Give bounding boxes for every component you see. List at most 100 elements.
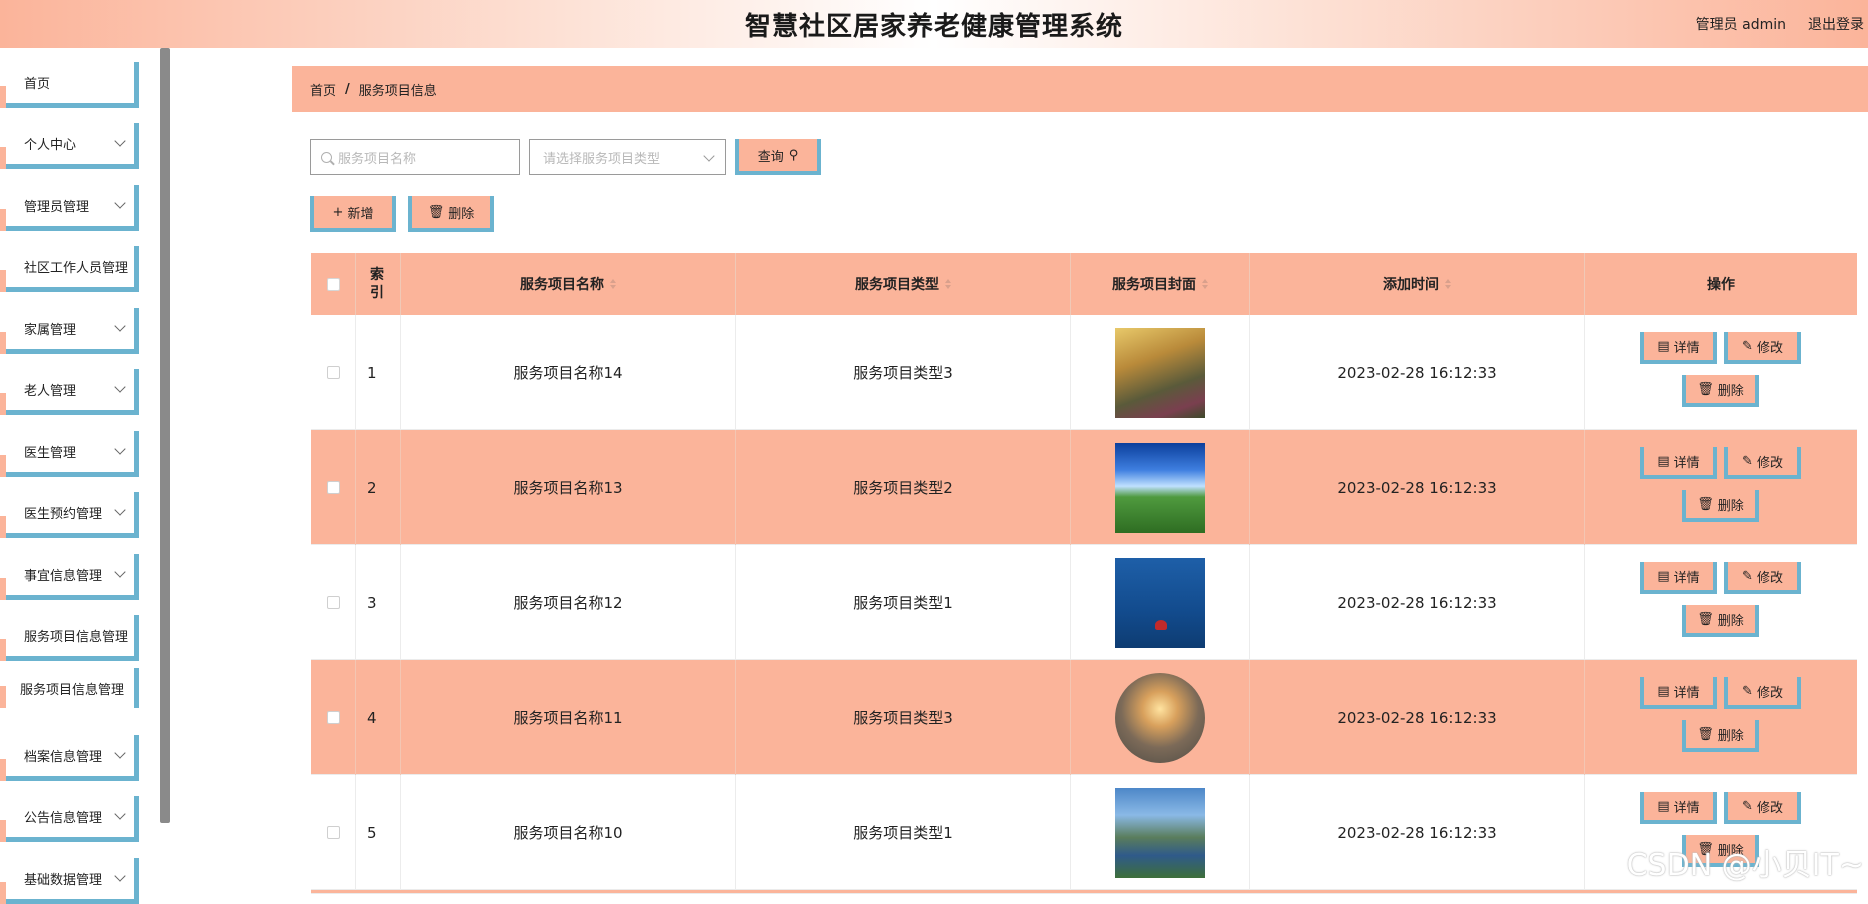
select-all-checkbox[interactable] [327, 278, 340, 291]
app-title: 智慧社区居家养老健康管理系统 [745, 6, 1123, 43]
sidebar-item-affairs-management[interactable]: 事宜信息管理 [0, 554, 140, 600]
sidebar-item-box[interactable]: 医生管理 [6, 431, 139, 477]
row-cover-cell [1071, 545, 1250, 660]
delete-button[interactable]: 🗑删除 [1682, 720, 1759, 752]
sidebar-item-box[interactable]: 档案信息管理 [6, 735, 139, 781]
header-service-cover-label: 服务项目封面 [1112, 274, 1196, 294]
sidebar-item-box[interactable]: 个人中心 [6, 123, 139, 169]
row-service-name: 服务项目名称13 [401, 430, 736, 545]
header-actions: 操作 [1585, 253, 1857, 315]
sidebar-item-box[interactable]: 服务项目信息管理 [6, 615, 139, 661]
query-button[interactable]: 查询 ⚲ [735, 139, 821, 175]
detail-label: 详情 [1674, 567, 1700, 586]
top-header: 智慧社区居家养老健康管理系统 管理员 admin 退出登录 [0, 0, 1868, 48]
header-service-type[interactable]: 服务项目类型 [736, 253, 1071, 315]
sidebar-item-elder-management[interactable]: 老人管理 [0, 369, 140, 415]
delete-button[interactable]: 🗑删除 [1682, 490, 1759, 522]
sidebar-item-service-management[interactable]: 服务项目信息管理 [0, 615, 140, 661]
admin-user-label[interactable]: 管理员 admin [1696, 14, 1786, 34]
sidebar-item-box[interactable]: 医生预约管理 [6, 492, 139, 538]
document-icon: ▤ [1657, 684, 1669, 699]
detail-button[interactable]: ▤详情 [1640, 677, 1717, 709]
sidebar-item-family-management[interactable]: 家属管理 [0, 308, 140, 354]
document-icon: ▤ [1657, 569, 1669, 584]
table-row: 3 服务项目名称12 服务项目类型1 2023-02-28 16:12:33 ▤… [311, 545, 1857, 660]
cover-image[interactable] [1115, 558, 1205, 648]
header-actions-label: 操作 [1707, 274, 1735, 294]
row-select-cell [311, 545, 356, 660]
edit-button[interactable]: ✎修改 [1724, 792, 1801, 824]
sidebar-item-notice-management[interactable]: 公告信息管理 [0, 796, 140, 842]
chevron-down-icon [114, 381, 125, 392]
row-checkbox[interactable] [327, 481, 340, 494]
sidebar-item-box[interactable]: 首页 [6, 62, 139, 108]
header-add-time[interactable]: 添加时间 [1250, 253, 1585, 315]
row-checkbox[interactable] [327, 711, 340, 724]
sort-icon[interactable] [1445, 279, 1451, 289]
sidebar-subitem-box[interactable]: 服务项目信息管理 [6, 668, 139, 708]
table-header: 索引 服务项目名称 服务项目类型 服务项目封面 添加时间 操作 [311, 253, 1857, 315]
cover-image[interactable] [1115, 328, 1205, 418]
sidebar-item-doctor-management[interactable]: 医生管理 [0, 431, 140, 477]
sidebar-item-admin-management[interactable]: 管理员管理 [0, 185, 140, 231]
logout-link[interactable]: 退出登录 [1808, 14, 1864, 34]
add-button[interactable]: + 新增 [310, 196, 396, 232]
row-add-time: 2023-02-28 16:12:33 [1250, 315, 1585, 430]
watermark: CSDN @小贝IT~ [1627, 840, 1864, 884]
sidebar-item-home[interactable]: 首页 [0, 62, 140, 108]
chevron-down-icon [114, 443, 125, 454]
sidebar-item-appointment-management[interactable]: 医生预约管理 [0, 492, 140, 538]
cover-image[interactable] [1115, 443, 1205, 533]
delete-button[interactable]: 🗑删除 [1682, 605, 1759, 637]
edit-button[interactable]: ✎修改 [1724, 562, 1801, 594]
row-cover-cell [1071, 660, 1250, 775]
sidebar-scrollbar[interactable] [160, 48, 170, 823]
sidebar-item-archive-management[interactable]: 档案信息管理 [0, 735, 140, 781]
header-service-cover[interactable]: 服务项目封面 [1071, 253, 1250, 315]
row-service-name: 服务项目名称14 [401, 315, 736, 430]
sidebar-item-staff-management[interactable]: 社区工作人员管理 [0, 246, 140, 292]
edit-label: 修改 [1757, 452, 1783, 471]
row-add-time: 2023-02-28 16:12:33 [1250, 775, 1585, 890]
row-checkbox[interactable] [327, 366, 340, 379]
cover-image[interactable] [1115, 788, 1205, 878]
row-service-type: 服务项目类型1 [736, 545, 1071, 660]
detail-button[interactable]: ▤详情 [1640, 447, 1717, 479]
sidebar-item-personal-center[interactable]: 个人中心 [0, 123, 140, 169]
document-icon: ▤ [1657, 339, 1669, 354]
detail-button[interactable]: ▤详情 [1640, 332, 1717, 364]
cover-image[interactable] [1115, 673, 1205, 763]
sidebar-item-box[interactable]: 管理员管理 [6, 185, 139, 231]
row-checkbox[interactable] [327, 826, 340, 839]
sidebar-item-box[interactable]: 家属管理 [6, 308, 139, 354]
service-type-select[interactable]: 请选择服务项目类型 [529, 139, 726, 175]
sidebar-item-box[interactable]: 事宜信息管理 [6, 554, 139, 600]
edit-button[interactable]: ✎修改 [1724, 447, 1801, 479]
sidebar-item-base-data-management[interactable]: 基础数据管理 [0, 858, 140, 904]
sidebar-item-label: 个人中心 [24, 134, 76, 153]
edit-button[interactable]: ✎修改 [1724, 677, 1801, 709]
sidebar-item-box[interactable]: 基础数据管理 [6, 858, 139, 904]
sidebar-subitem-service-management[interactable]: 服务项目信息管理 [0, 668, 140, 708]
sidebar-item-box[interactable]: 社区工作人员管理 [6, 246, 139, 292]
detail-button[interactable]: ▤详情 [1640, 792, 1717, 824]
edit-button[interactable]: ✎修改 [1724, 332, 1801, 364]
breadcrumb-home[interactable]: 首页 [310, 80, 336, 99]
sidebar-item-box[interactable]: 公告信息管理 [6, 796, 139, 842]
row-checkbox[interactable] [327, 596, 340, 609]
sort-icon[interactable] [945, 279, 951, 289]
trash-icon: 🗑 [1697, 497, 1714, 512]
delete-button[interactable]: 🗑删除 [1682, 375, 1759, 407]
sidebar-subitem-label: 服务项目信息管理 [20, 679, 124, 698]
header-service-name[interactable]: 服务项目名称 [401, 253, 736, 315]
service-name-search-input[interactable]: 服务项目名称 [310, 139, 520, 175]
row-service-type: 服务项目类型3 [736, 660, 1071, 775]
batch-delete-button[interactable]: 🗑 删除 [408, 196, 494, 232]
chevron-down-icon [703, 150, 714, 161]
header-user-area: 管理员 admin 退出登录 [1696, 0, 1864, 48]
sort-icon[interactable] [610, 279, 616, 289]
detail-button[interactable]: ▤ 详情 [1640, 562, 1717, 594]
sidebar-item-box[interactable]: 老人管理 [6, 369, 139, 415]
row-index: 5 [356, 775, 401, 890]
sort-icon[interactable] [1202, 279, 1208, 289]
